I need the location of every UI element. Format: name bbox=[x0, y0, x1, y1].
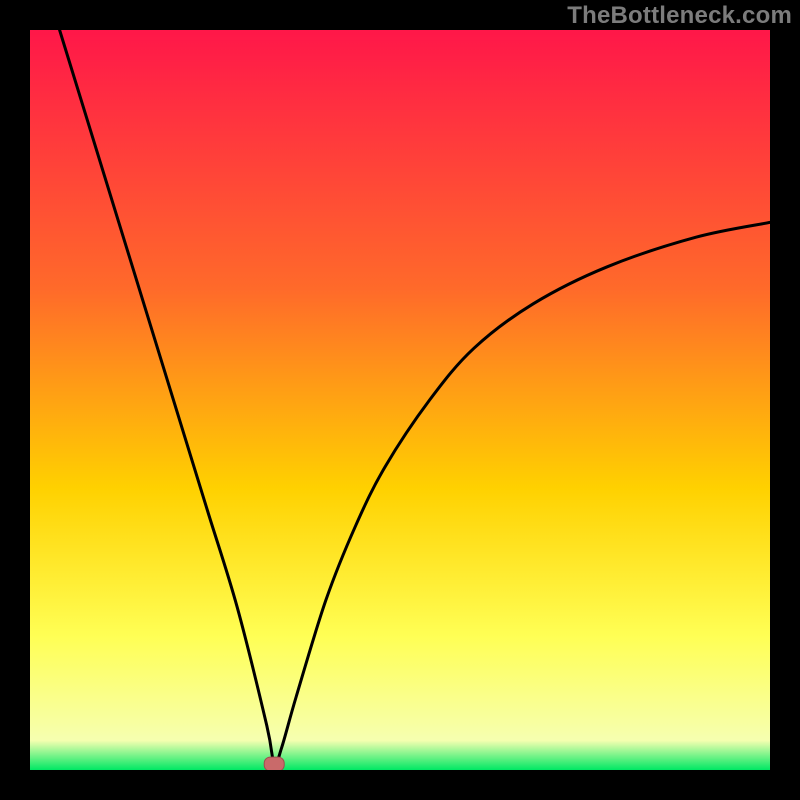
plot-area bbox=[30, 30, 770, 770]
bottleneck-chart bbox=[30, 30, 770, 770]
optimal-marker bbox=[264, 757, 284, 770]
gradient-background bbox=[30, 30, 770, 770]
chart-frame: TheBottleneck.com bbox=[0, 0, 800, 800]
watermark-text: TheBottleneck.com bbox=[567, 2, 792, 30]
